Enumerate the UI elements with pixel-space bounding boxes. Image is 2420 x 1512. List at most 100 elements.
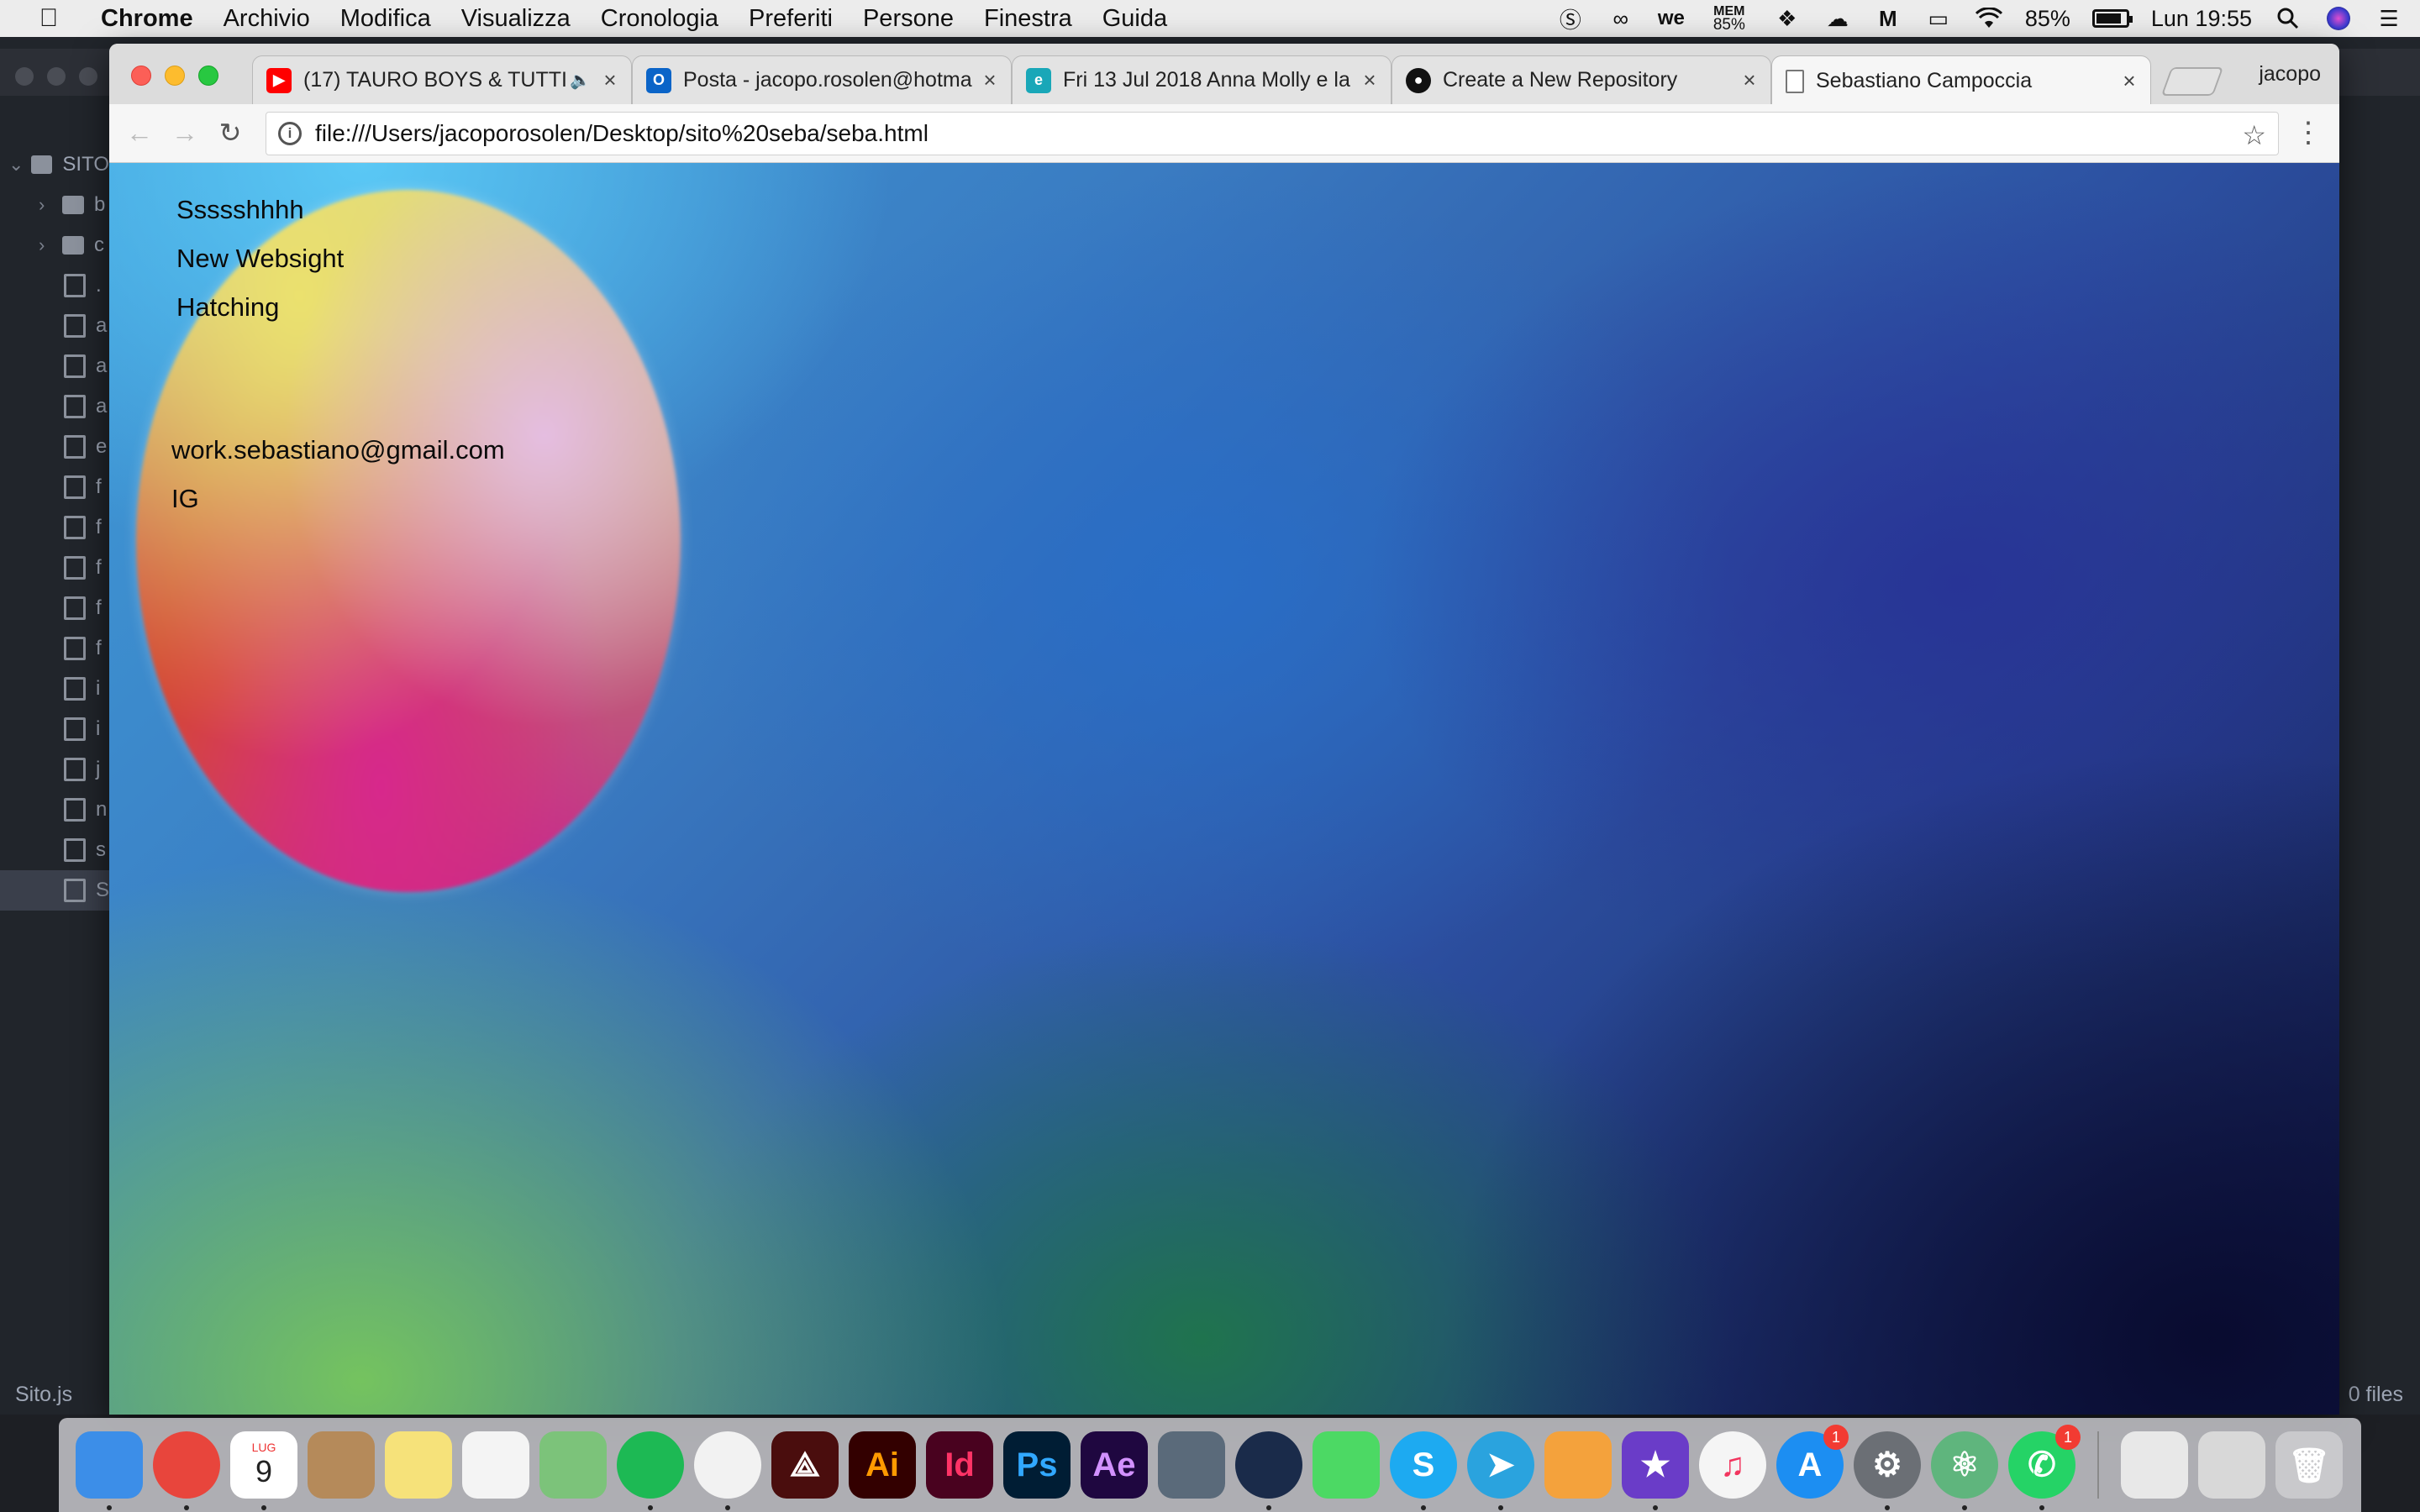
tree-item[interactable]: f: [0, 628, 109, 669]
calendar-icon[interactable]: LUG 9: [230, 1431, 297, 1510]
tree-item[interactable]: a: [0, 346, 109, 386]
siri-icon[interactable]: [2324, 6, 2353, 31]
instagram-link[interactable]: IG: [171, 484, 199, 514]
back-arrow-icon[interactable]: ←: [123, 116, 156, 150]
creative-cloud-icon[interactable]: ∞: [1607, 6, 1635, 31]
tree-item[interactable]: .: [0, 265, 109, 306]
site-info-icon[interactable]: i: [278, 122, 302, 145]
chrome-menu-icon[interactable]: ⋮: [2294, 116, 2323, 150]
contacts-icon[interactable]: [308, 1431, 375, 1499]
battery-percent[interactable]: 85%: [2025, 6, 2070, 32]
whatsapp-icon[interactable]: ✆ 1: [2008, 1425, 2081, 1510]
status-file-count[interactable]: 0 files: [2349, 1383, 2403, 1407]
close-tab-icon[interactable]: ×: [2117, 68, 2142, 94]
tree-item[interactable]: i: [0, 669, 109, 709]
cinema4d-icon[interactable]: [1235, 1431, 1302, 1510]
telegram-icon[interactable]: ➤: [1467, 1431, 1534, 1510]
email-link[interactable]: work.sebastiano@gmail.com: [171, 435, 505, 465]
tree-item[interactable]: f: [0, 548, 109, 588]
close-tab-icon[interactable]: ×: [597, 67, 623, 93]
atom-close-dot[interactable]: [15, 67, 34, 86]
notification-center-icon[interactable]: ☰: [2375, 6, 2403, 31]
itunes-icon[interactable]: ♫: [1699, 1431, 1766, 1499]
close-tab-icon[interactable]: ×: [1357, 67, 1382, 93]
notes-icon[interactable]: [385, 1431, 452, 1499]
close-tab-icon[interactable]: ×: [1737, 67, 1762, 93]
menu-finestra[interactable]: Finestra: [984, 5, 1072, 33]
illustrator-icon[interactable]: Ai: [849, 1431, 916, 1499]
photoshop-icon[interactable]: Ps: [1003, 1431, 1071, 1499]
tab-anna-molly[interactable]: e Fri 13 Jul 2018 Anna Molly e la ×: [1012, 55, 1392, 104]
trash-icon[interactable]: 🗑: [2275, 1431, 2343, 1499]
chrome-icon[interactable]: [153, 1431, 220, 1510]
indesign-icon[interactable]: Id: [926, 1431, 993, 1499]
status-file-name[interactable]: Sito.js: [15, 1383, 72, 1407]
tab-youtube[interactable]: ▶ (17) TAURO BOYS & TUTTI 🔈 ×: [252, 55, 632, 104]
dropbox-icon[interactable]: ❖: [1773, 6, 1802, 31]
apple-menu-icon[interactable]: : [30, 4, 67, 33]
airplay-icon[interactable]: ▭: [1924, 6, 1953, 31]
zoom-window-button[interactable]: [198, 66, 218, 86]
memory-monitor[interactable]: MEM 85%: [1707, 5, 1751, 34]
new-tab-button[interactable]: [2160, 67, 2224, 96]
profile-button[interactable]: jacopo: [2259, 62, 2321, 87]
tree-item-selected[interactable]: S: [0, 870, 109, 911]
tree-item[interactable]: a: [0, 306, 109, 346]
tree-item[interactable]: › c: [0, 225, 109, 265]
tab-sebastiano-campoccia[interactable]: Sebastiano Campoccia ×: [1771, 55, 2151, 106]
battery-icon[interactable]: [2091, 9, 2133, 28]
wetransfer-icon[interactable]: we: [1657, 6, 1686, 31]
menu-visualizza[interactable]: Visualizza: [461, 5, 571, 33]
tab-github[interactable]: ● Create a New Repository ×: [1392, 55, 1771, 104]
nav-link-ssssshhhh[interactable]: Ssssshhhh: [176, 195, 304, 225]
address-bar[interactable]: i file:///Users/jacoporosolen/Desktop/si…: [266, 112, 2279, 155]
minimize-window-button[interactable]: [165, 66, 185, 86]
photos-icon[interactable]: [694, 1431, 761, 1510]
menu-archivio[interactable]: Archivio: [224, 5, 310, 33]
reminders-icon[interactable]: [462, 1431, 529, 1499]
downloads-stack-icon[interactable]: [2121, 1431, 2188, 1499]
after-effects-icon[interactable]: Ae: [1081, 1431, 1148, 1499]
tree-item[interactable]: f: [0, 588, 109, 628]
bookmark-star-icon[interactable]: ☆: [2242, 119, 2266, 151]
tree-item[interactable]: n: [0, 790, 109, 830]
facetime-icon[interactable]: [1313, 1431, 1380, 1499]
atom-icon[interactable]: ⚛: [1931, 1431, 1998, 1510]
tree-item[interactable]: f: [0, 507, 109, 548]
spotlight-icon[interactable]: [2274, 6, 2302, 31]
wifi-icon[interactable]: [1975, 6, 2003, 31]
google-drive-icon[interactable]: ☁: [1823, 6, 1852, 31]
gmail-icon[interactable]: M: [1874, 6, 1902, 31]
atom-zoom-dot[interactable]: [79, 67, 97, 86]
app-store-icon[interactable]: A1: [1776, 1425, 1849, 1499]
menu-guida[interactable]: Guida: [1102, 5, 1167, 33]
acrobat-icon[interactable]: ⟁: [771, 1431, 839, 1499]
clock[interactable]: Lun 19:55: [2151, 6, 2252, 32]
nav-link-hatching[interactable]: Hatching: [176, 292, 279, 323]
speaker-icon[interactable]: 🔈: [570, 70, 591, 91]
close-window-button[interactable]: [131, 66, 151, 86]
maps-icon[interactable]: [539, 1431, 607, 1499]
finder-icon[interactable]: [76, 1431, 143, 1510]
tree-item[interactable]: j: [0, 749, 109, 790]
imovie-star-icon[interactable]: ★: [1622, 1431, 1689, 1510]
skype-icon[interactable]: S: [1390, 1431, 1457, 1510]
reload-icon[interactable]: ↻: [213, 116, 247, 150]
atom-minimize-dot[interactable]: [47, 67, 66, 86]
menu-persone[interactable]: Persone: [863, 5, 954, 33]
forward-arrow-icon[interactable]: →: [168, 116, 202, 150]
close-tab-icon[interactable]: ×: [977, 67, 1002, 93]
pages-icon[interactable]: [1544, 1431, 1612, 1499]
menu-preferiti[interactable]: Preferiti: [749, 5, 833, 33]
imovie-icon[interactable]: [1158, 1431, 1225, 1499]
tree-item[interactable]: s: [0, 830, 109, 870]
documents-stack-icon[interactable]: [2198, 1431, 2265, 1499]
tab-outlook[interactable]: O Posta - jacopo.rosolen@hotma ×: [632, 55, 1012, 104]
tree-item[interactable]: i: [0, 709, 109, 749]
tree-project-root[interactable]: ⌄ SITO: [0, 144, 109, 185]
spotify-icon[interactable]: [617, 1431, 684, 1510]
tree-item[interactable]: a: [0, 386, 109, 427]
menu-app-chrome[interactable]: Chrome: [101, 5, 193, 33]
tree-item[interactable]: e: [0, 427, 109, 467]
tree-item[interactable]: › b: [0, 185, 109, 225]
